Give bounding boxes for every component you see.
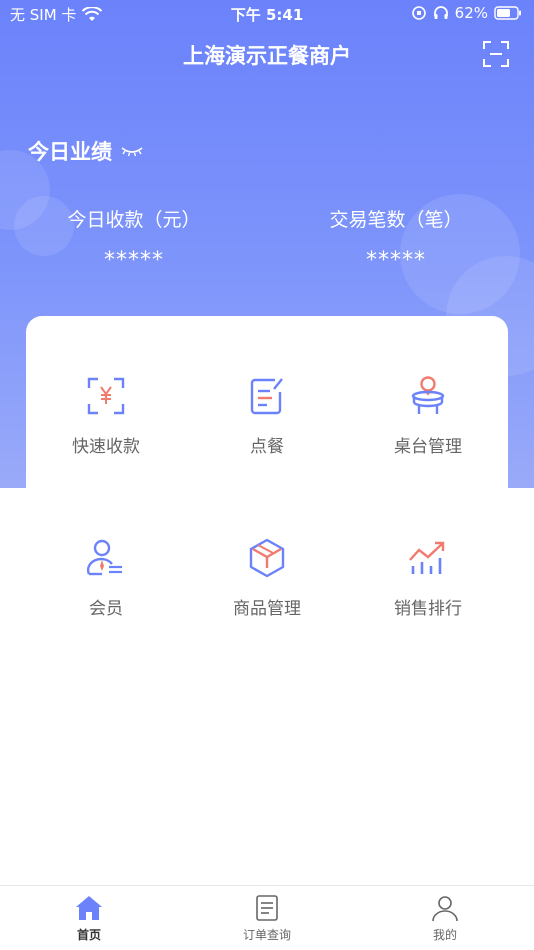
scan-icon[interactable] (482, 40, 510, 68)
quick-pay-icon (87, 377, 125, 415)
menu-item-table-management[interactable]: 桌台管理 (348, 374, 508, 457)
stat-transaction-count: 交易笔数（笔） ***** (296, 205, 496, 273)
headphones-icon (433, 6, 448, 19)
tab-home[interactable]: 首页 (29, 894, 149, 943)
menu-item-label: 会员 (89, 599, 123, 619)
order-food-icon (250, 378, 283, 415)
status-bar: 无 SIM 卡 下午 5:41 62% (0, 0, 534, 28)
product-box-icon (249, 538, 285, 578)
performance-title: 今日业绩 (28, 140, 112, 164)
order-list-icon (256, 895, 278, 921)
tab-label: 订单查询 (242, 928, 291, 942)
home-icon (76, 896, 102, 920)
stat-today-income: 今日收款（元） ***** (34, 205, 234, 273)
eye-closed-icon[interactable] (120, 144, 144, 158)
page-title: 上海演示正餐商户 (183, 44, 351, 68)
stat-value: ***** (366, 248, 426, 273)
tab-bar: 首页 订单查询 我的 (0, 885, 534, 950)
menu-item-product-management[interactable]: 商品管理 (187, 536, 347, 619)
menu-item-member[interactable]: 会员 (26, 536, 186, 619)
tab-label: 首页 (76, 928, 101, 942)
table-management-icon (411, 376, 445, 414)
stat-label: 交易笔数（笔） (329, 209, 463, 231)
sales-ranking-icon (409, 541, 445, 574)
menu-item-label: 商品管理 (233, 599, 301, 619)
menu-item-label: 销售排行 (394, 599, 462, 619)
performance-title-row: 今日业绩 (28, 136, 144, 166)
stat-value: ***** (104, 248, 164, 273)
profile-icon (432, 896, 458, 922)
menu-item-label: 快速收款 (72, 437, 140, 457)
menu-item-label: 点餐 (250, 437, 284, 457)
tab-mine[interactable]: 我的 (385, 894, 505, 943)
function-card: 快速收款 点餐 桌台管理 会员 商品管理 销售排行 (26, 316, 508, 656)
member-icon (86, 539, 122, 576)
tab-label: 我的 (432, 928, 457, 942)
menu-item-order-food[interactable]: 点餐 (187, 374, 347, 457)
tab-order-query[interactable]: 订单查询 (207, 894, 327, 943)
menu-item-quick-pay[interactable]: 快速收款 (26, 374, 186, 457)
orientation-lock-icon (411, 6, 426, 20)
stat-label: 今日收款（元） (67, 209, 201, 231)
menu-item-label: 桌台管理 (394, 437, 462, 457)
menu-item-sales-ranking[interactable]: 销售排行 (348, 536, 508, 619)
battery-icon (494, 6, 521, 20)
battery-percent: 62% (454, 4, 488, 22)
